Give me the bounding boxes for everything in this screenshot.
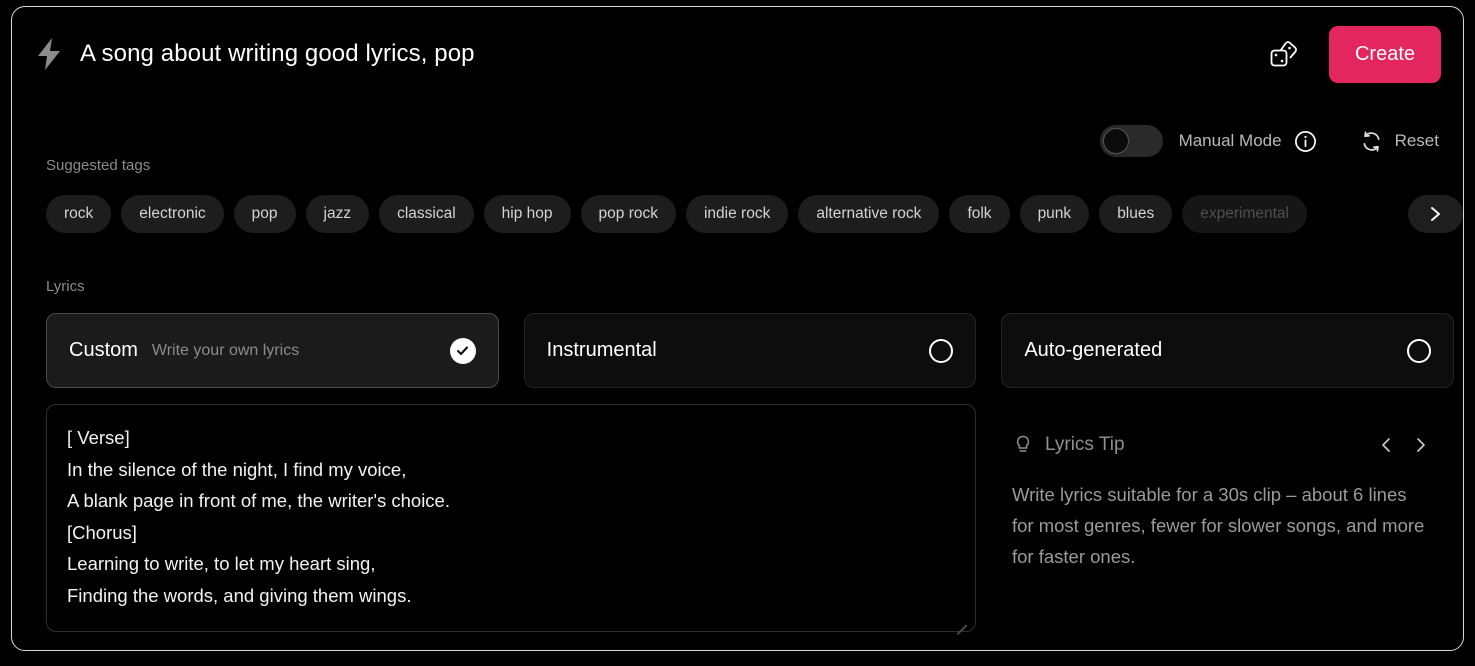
lyrics-tip-prev-button[interactable] (1369, 428, 1403, 462)
reset-label: Reset (1394, 131, 1439, 150)
reset-button[interactable]: Reset (1360, 129, 1439, 153)
lightning-bolt-icon (34, 37, 64, 71)
lyrics-tip-next-button[interactable] (1403, 428, 1437, 462)
suggested-tags-scroller[interactable]: rock electronic pop jazz classical hip hop pop… (46, 195, 1454, 233)
check-circle-icon (449, 337, 476, 364)
create-song-panel: A song about writing good lyrics, pop Cr… (11, 6, 1464, 651)
panel-header: A song about writing good lyrics, pop Cr… (12, 7, 1463, 101)
prompt-title: A song about writing good lyrics, pop (80, 40, 475, 67)
tag-pill[interactable]: pop rock (580, 195, 676, 233)
manual-mode-row: Manual Mode Reset (1099, 119, 1439, 163)
lyrics-tip-panel: Lyrics Tip Write lyrics suitable for a 3… (1012, 427, 1437, 572)
lyrics-label: Lyrics (46, 278, 85, 295)
radio-circle-icon[interactable] (1407, 338, 1432, 363)
tag-pill[interactable]: experimental (1182, 195, 1307, 233)
info-circle-icon[interactable] (1293, 129, 1318, 154)
lyrics-mode-card[interactable]: Auto-generated (1001, 313, 1455, 388)
lyrics-tip-header: Lyrics Tip (1012, 427, 1437, 463)
tag-pill[interactable]: pop (233, 195, 296, 233)
toggle-knob (1102, 128, 1129, 154)
dice-icon[interactable] (1267, 37, 1301, 71)
lyrics-mode-name: Custom (69, 339, 138, 361)
manual-mode-label: Manual Mode (1178, 131, 1282, 150)
tag-pill[interactable]: electronic (121, 195, 224, 233)
lyrics-tip-title: Lyrics Tip (1045, 434, 1125, 455)
tag-pill[interactable]: jazz (305, 195, 370, 233)
tag-pill[interactable]: blues (1099, 195, 1173, 233)
lyrics-textarea[interactable] (46, 404, 976, 632)
tag-pill[interactable]: folk (949, 195, 1010, 233)
tag-pill[interactable]: rock (46, 195, 112, 233)
suggested-tags-label: Suggested tags (46, 157, 151, 174)
manual-mode-toggle[interactable] (1099, 125, 1163, 157)
create-button[interactable]: Create (1328, 25, 1441, 83)
tags-next-button[interactable] (1408, 195, 1463, 233)
lyrics-tip-text: Write lyrics suitable for a 30s clip – a… (1012, 484, 1425, 567)
radio-circle-icon[interactable] (929, 338, 954, 363)
lyrics-mode-name: Instrumental (546, 339, 657, 361)
lightbulb-icon (1012, 433, 1034, 457)
tag-pill[interactable]: hip hop (483, 195, 571, 233)
lyrics-mode-name: Auto-generated (1024, 339, 1163, 361)
lyrics-mode-desc: Write your own lyrics (151, 341, 300, 359)
tag-pill[interactable]: punk (1019, 195, 1090, 233)
tag-pill[interactable]: alternative rock (798, 195, 940, 233)
lyrics-mode-card[interactable]: Custom Write your own lyrics (46, 313, 499, 388)
refresh-icon (1360, 129, 1384, 153)
lyrics-mode-cards: Custom Write your own lyrics Instrumental A… (46, 313, 1455, 388)
suggested-tags-row: rock electronic pop jazz classical hip hop pop… (46, 195, 1454, 233)
tag-pill[interactable]: classical (379, 195, 474, 233)
tag-pill[interactable]: indie rock (685, 195, 789, 233)
lyrics-mode-card[interactable]: Instrumental (523, 313, 977, 388)
